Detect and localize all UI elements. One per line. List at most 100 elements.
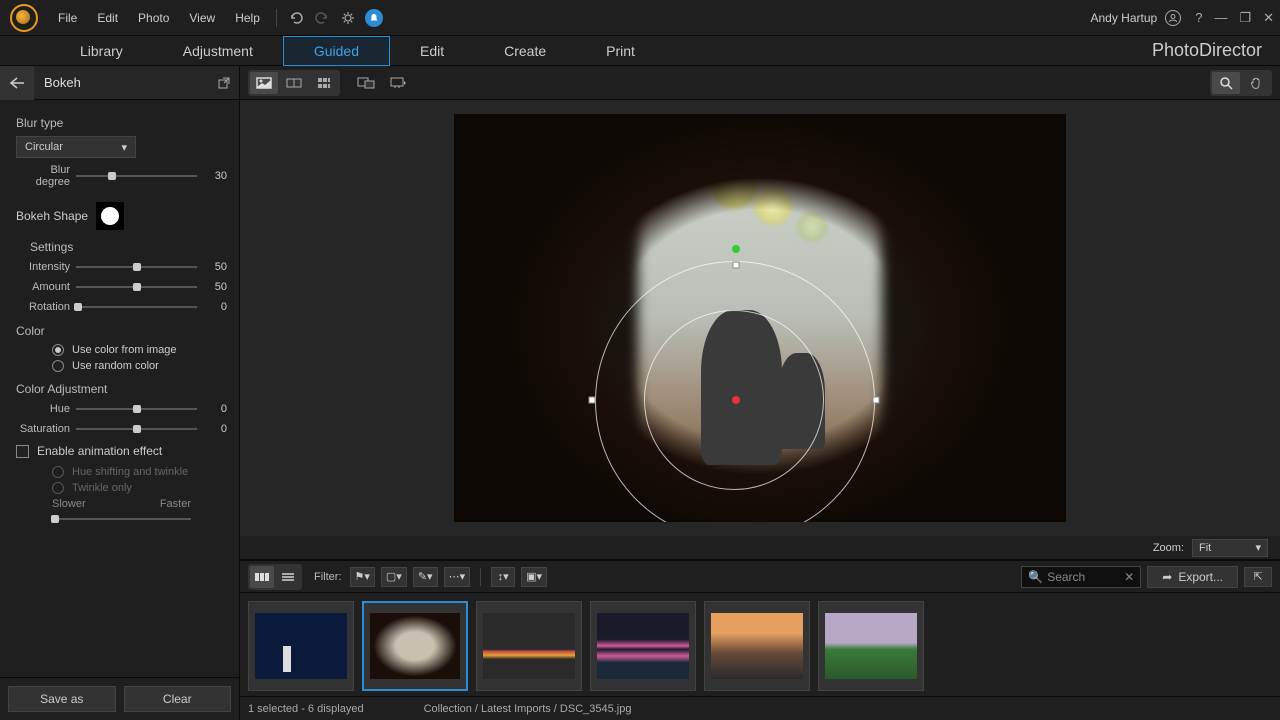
export-button[interactable]: ➦Export... bbox=[1147, 566, 1238, 588]
sort-icon[interactable]: ↕▾ bbox=[491, 567, 515, 587]
zoom-dropdown[interactable]: Fit▾ bbox=[1192, 539, 1268, 557]
use-image-color-radio[interactable]: Use color from image bbox=[52, 344, 227, 356]
user-name: Andy Hartup bbox=[1091, 11, 1158, 25]
amount-slider[interactable] bbox=[76, 280, 197, 294]
zoom-tool-icon[interactable] bbox=[1212, 72, 1240, 94]
hand-tool-icon[interactable] bbox=[1242, 72, 1270, 94]
bokeh-resize-handle-top[interactable] bbox=[732, 261, 739, 268]
thumbnail-3[interactable] bbox=[476, 601, 582, 691]
color-label: Color bbox=[16, 324, 227, 338]
rotation-label: Rotation bbox=[16, 301, 70, 313]
canvas-viewport[interactable] bbox=[240, 100, 1280, 536]
undo-icon[interactable] bbox=[287, 9, 305, 27]
close-icon[interactable]: ✕ bbox=[1263, 10, 1274, 26]
rotation-value: 0 bbox=[203, 301, 227, 313]
bokeh-rotate-handle[interactable] bbox=[732, 245, 740, 253]
use-random-color-radio[interactable]: Use random color bbox=[52, 360, 227, 372]
thumbnail-6[interactable] bbox=[818, 601, 924, 691]
export-icon: ➦ bbox=[1162, 570, 1172, 584]
save-as-button[interactable]: Save as bbox=[8, 686, 116, 712]
clear-search-icon[interactable]: ✕ bbox=[1124, 570, 1134, 584]
brand-label: PhotoDirector bbox=[1152, 40, 1262, 61]
slower-label: Slower bbox=[52, 498, 86, 510]
animation-speed-slider bbox=[52, 512, 191, 526]
faster-label: Faster bbox=[160, 498, 191, 510]
tab-adjustment[interactable]: Adjustment bbox=[153, 37, 283, 65]
bokeh-shape-label: Bokeh Shape bbox=[16, 209, 88, 223]
tab-edit[interactable]: Edit bbox=[390, 37, 474, 65]
blur-type-label: Blur type bbox=[16, 116, 227, 130]
tab-print[interactable]: Print bbox=[576, 37, 665, 65]
blur-type-dropdown[interactable]: Circular▾ bbox=[16, 136, 136, 158]
chevron-down-icon: ▾ bbox=[121, 141, 127, 154]
tab-guided[interactable]: Guided bbox=[283, 36, 390, 66]
hue-value: 0 bbox=[203, 403, 227, 415]
grid-view-icon[interactable] bbox=[310, 72, 338, 94]
saturation-slider[interactable] bbox=[76, 422, 197, 436]
amount-label: Amount bbox=[16, 281, 70, 293]
bokeh-shape-selector[interactable] bbox=[96, 202, 124, 230]
filter-label-icon[interactable]: ▢▾ bbox=[381, 567, 407, 587]
thumbnail-1[interactable] bbox=[248, 601, 354, 691]
search-icon: 🔍 bbox=[1028, 570, 1043, 584]
blur-degree-label: Blur degree bbox=[16, 164, 70, 188]
hue-twinkle-radio: Hue shifting and twinkle bbox=[52, 466, 227, 478]
filmstrip-view-icon[interactable] bbox=[250, 566, 274, 588]
color-adjustment-label: Color Adjustment bbox=[16, 382, 227, 396]
hue-slider[interactable] bbox=[76, 402, 197, 416]
secondary-monitor-icon[interactable] bbox=[352, 72, 380, 94]
minimize-icon[interactable]: — bbox=[1214, 10, 1227, 26]
menu-photo[interactable]: Photo bbox=[128, 7, 179, 29]
thumbnail-2[interactable] bbox=[362, 601, 468, 691]
menu-file[interactable]: File bbox=[48, 7, 87, 29]
breadcrumb-path: Collection / Latest Imports / DSC_3545.j… bbox=[424, 703, 632, 715]
tab-library[interactable]: Library bbox=[50, 37, 153, 65]
settings-label: Settings bbox=[30, 240, 227, 254]
app-logo-icon bbox=[10, 4, 38, 32]
redo-icon[interactable] bbox=[313, 9, 331, 27]
saturation-label: Saturation bbox=[16, 423, 70, 435]
menu-edit[interactable]: Edit bbox=[87, 7, 128, 29]
user-avatar-icon[interactable] bbox=[1165, 10, 1181, 26]
back-button[interactable] bbox=[0, 66, 34, 100]
search-input[interactable]: 🔍Search✕ bbox=[1021, 566, 1141, 588]
rotation-slider[interactable] bbox=[76, 300, 197, 314]
circle-shape-icon bbox=[101, 207, 119, 225]
popout-icon[interactable] bbox=[215, 74, 233, 92]
share-icon[interactable]: ⇱ bbox=[1244, 567, 1272, 587]
blur-degree-slider[interactable] bbox=[76, 169, 197, 183]
filter-label: Filter: bbox=[314, 571, 342, 583]
intensity-value: 50 bbox=[203, 261, 227, 273]
chevron-down-icon: ▾ bbox=[1255, 541, 1261, 554]
filter-more-icon[interactable]: ⋯▾ bbox=[444, 567, 471, 587]
filter-flag-icon[interactable]: ⚑▾ bbox=[350, 567, 375, 587]
enable-animation-checkbox[interactable]: Enable animation effect bbox=[16, 444, 227, 458]
thumbnail-4[interactable] bbox=[590, 601, 696, 691]
clear-button[interactable]: Clear bbox=[124, 686, 232, 712]
stack-icon[interactable]: ▣▾ bbox=[521, 567, 547, 587]
tab-create[interactable]: Create bbox=[474, 37, 576, 65]
photo-preview[interactable] bbox=[454, 114, 1066, 522]
menu-help[interactable]: Help bbox=[225, 7, 270, 29]
panel-title: Bokeh bbox=[34, 75, 211, 90]
notifications-icon[interactable] bbox=[365, 9, 383, 27]
bokeh-center-handle[interactable] bbox=[732, 396, 740, 404]
intensity-slider[interactable] bbox=[76, 260, 197, 274]
filter-edit-icon[interactable]: ✎▾ bbox=[413, 567, 438, 587]
bokeh-resize-handle-right[interactable] bbox=[873, 396, 880, 403]
zoom-label: Zoom: bbox=[1153, 542, 1184, 554]
list-view-icon[interactable] bbox=[276, 566, 300, 588]
compare-view-icon[interactable] bbox=[280, 72, 308, 94]
help-icon[interactable]: ? bbox=[1195, 10, 1202, 26]
slideshow-icon[interactable] bbox=[384, 72, 412, 94]
bokeh-resize-handle-left[interactable] bbox=[588, 396, 595, 403]
settings-gear-icon[interactable] bbox=[339, 9, 357, 27]
twinkle-only-radio: Twinkle only bbox=[52, 482, 227, 494]
blur-degree-value: 30 bbox=[203, 170, 227, 182]
menu-view[interactable]: View bbox=[179, 7, 225, 29]
thumbnail-5[interactable] bbox=[704, 601, 810, 691]
maximize-icon[interactable]: ❐ bbox=[1239, 10, 1251, 26]
single-view-icon[interactable] bbox=[250, 72, 278, 94]
hue-label: Hue bbox=[16, 403, 70, 415]
selection-status: 1 selected - 6 displayed bbox=[248, 703, 364, 715]
